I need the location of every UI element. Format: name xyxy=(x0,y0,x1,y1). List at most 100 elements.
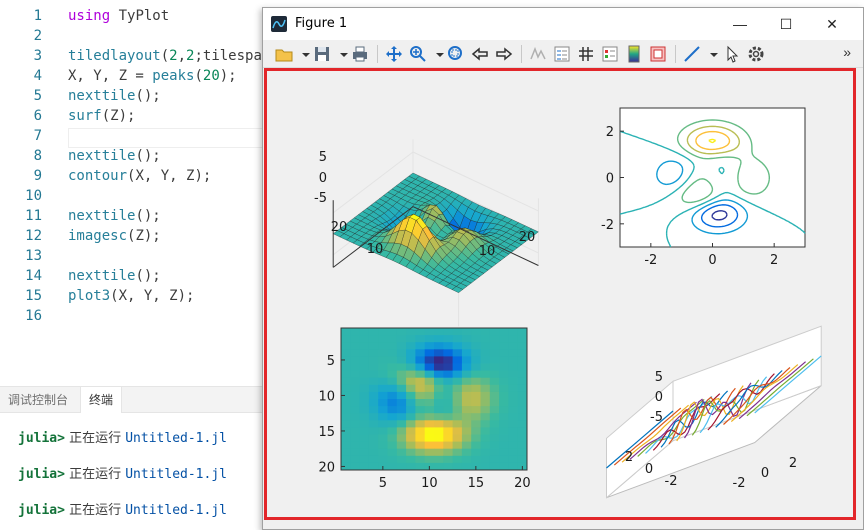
forward-icon[interactable] xyxy=(493,43,515,65)
code-line[interactable]: 14 nexttile(); xyxy=(0,266,264,286)
heatmap-cell xyxy=(424,406,435,414)
code-line[interactable]: 5 nexttile(); xyxy=(0,86,264,106)
code-line[interactable]: 4 X, Y, Z = peaks(20); xyxy=(0,66,264,86)
heatmap-cell xyxy=(396,441,407,450)
toolbar-separator xyxy=(675,45,676,63)
maximize-button[interactable]: ☐ xyxy=(763,8,809,40)
heatmap-cell xyxy=(461,328,472,336)
chevron-down-icon[interactable] xyxy=(703,43,718,65)
toolbar-separator xyxy=(521,45,522,63)
heatmap-cell xyxy=(508,328,519,336)
heatmap-cell xyxy=(341,441,351,450)
pan-icon[interactable] xyxy=(383,43,405,65)
code-line[interactable]: 2 xyxy=(0,26,264,46)
code-token: tiledlayout xyxy=(68,48,161,64)
property-icon[interactable] xyxy=(599,43,621,65)
code-token: (X, Y, Z); xyxy=(110,288,195,304)
line-number: 2 xyxy=(33,28,42,44)
repl-file-link[interactable]: Untitled-1.jl xyxy=(125,503,227,518)
heatmap-cell xyxy=(499,363,509,371)
heatmap-cell xyxy=(341,448,351,457)
heatmap-cell xyxy=(434,363,444,371)
code-line[interactable]: 10 xyxy=(0,186,264,206)
toolbar-more-icon[interactable]: » xyxy=(843,44,851,60)
settings-icon[interactable] xyxy=(745,43,767,65)
heatmap-cell xyxy=(424,328,435,336)
heatmap-cell xyxy=(508,441,519,450)
heatmap-cell xyxy=(387,377,398,386)
code-token: ( xyxy=(160,48,170,64)
code-line[interactable]: 16 xyxy=(0,306,264,326)
close-button[interactable]: ✕ xyxy=(809,8,855,40)
y-tick-label: 2 xyxy=(606,125,614,140)
code-line[interactable]: 7 xyxy=(0,126,264,146)
code-line[interactable]: 8 nexttile(); xyxy=(0,146,264,166)
x-tick-label: 15 xyxy=(468,476,485,491)
heatmap-cell xyxy=(461,349,472,357)
code-line[interactable]: 11 nexttile(); xyxy=(0,206,264,226)
print-icon[interactable] xyxy=(349,43,371,65)
chevron-down-icon[interactable] xyxy=(429,43,444,65)
heatmap-cell xyxy=(359,448,370,457)
zoom-fit-icon[interactable] xyxy=(445,43,467,65)
heatmap-cell xyxy=(489,399,500,407)
legend-icon[interactable] xyxy=(551,43,573,65)
figure-window[interactable]: Figure 1 — ☐ ✕ » 5 0 -5 10 20 20 10 -2 0 2 2 0 -2 5 10… xyxy=(262,7,864,530)
heatmap-cell xyxy=(396,377,407,386)
heatmap-cell xyxy=(350,413,360,421)
heatmap-cell xyxy=(387,391,398,400)
heatmap-cell xyxy=(461,342,472,350)
zoom-in-icon[interactable] xyxy=(407,43,429,65)
heatmap-plot xyxy=(341,328,528,471)
heatmap-cell xyxy=(415,434,426,442)
heatmap-cell xyxy=(480,399,491,407)
chevron-down-icon[interactable] xyxy=(295,43,310,65)
code-line[interactable]: 15 plot3(X, Y, Z); xyxy=(0,286,264,306)
heatmap-cell xyxy=(396,455,407,464)
heatmap-cell xyxy=(452,462,463,471)
save-icon[interactable] xyxy=(311,43,333,65)
code-line[interactable]: 13 xyxy=(0,246,264,266)
chevron-down-icon[interactable] xyxy=(333,43,348,65)
heatmap-cell xyxy=(359,391,370,400)
heatmap-cell xyxy=(378,427,388,435)
code-line[interactable]: 3 tiledlayout(2,2;tilespac xyxy=(0,46,271,66)
heatmap-cell xyxy=(350,427,360,435)
line-tool-icon[interactable] xyxy=(681,43,703,65)
code-line[interactable]: 1 using TyPlot xyxy=(0,6,264,26)
repl-file-link[interactable]: Untitled-1.jl xyxy=(125,431,227,446)
heatmap-cell xyxy=(517,441,528,450)
heatmap-cell xyxy=(341,455,351,464)
select-icon[interactable] xyxy=(721,43,743,65)
code-line[interactable]: 6 surf(Z); xyxy=(0,106,264,126)
line-number: 12 xyxy=(25,228,42,244)
heatmap-cell xyxy=(415,413,426,421)
code-line[interactable]: 12 imagesc(Z); xyxy=(0,226,264,246)
open-icon[interactable] xyxy=(273,43,295,65)
heatmap-cell xyxy=(424,448,435,457)
back-icon[interactable] xyxy=(469,43,491,65)
tab-terminal[interactable]: 终端 xyxy=(80,387,123,413)
colorbar-icon[interactable] xyxy=(623,43,645,65)
code-token: TyPlot xyxy=(110,8,170,24)
heatmap-cell xyxy=(415,349,426,357)
heatmap-cell xyxy=(406,420,416,428)
frame-icon[interactable] xyxy=(647,43,669,65)
code-text: nexttile(); xyxy=(68,146,161,166)
plot-area[interactable]: 5 0 -5 10 20 20 10 -2 0 2 2 0 -2 5 10 15 20 5 10 15 20 5 0 -5 2 0… xyxy=(264,68,856,520)
minimize-button[interactable]: — xyxy=(717,8,763,40)
repl-file-link[interactable]: Untitled-1.jl xyxy=(125,467,227,482)
heatmap-cell xyxy=(341,434,351,442)
heatmap-cell xyxy=(387,335,398,343)
figure-titlebar[interactable]: Figure 1 — ☐ ✕ xyxy=(263,8,863,40)
code-line[interactable]: 9 contour(X, Y, Z); xyxy=(0,166,264,186)
heatmap-cell xyxy=(415,328,426,336)
heatmap-cell xyxy=(415,462,426,471)
heatmap-cell xyxy=(471,356,481,364)
heatmap-cell xyxy=(378,335,388,343)
tab-debug-console[interactable]: 调试控制台 xyxy=(0,387,76,413)
heatmap-cell xyxy=(378,370,388,379)
data-cursor-icon[interactable] xyxy=(527,43,549,65)
heatmap-cell xyxy=(341,342,351,350)
grid-icon[interactable] xyxy=(575,43,597,65)
